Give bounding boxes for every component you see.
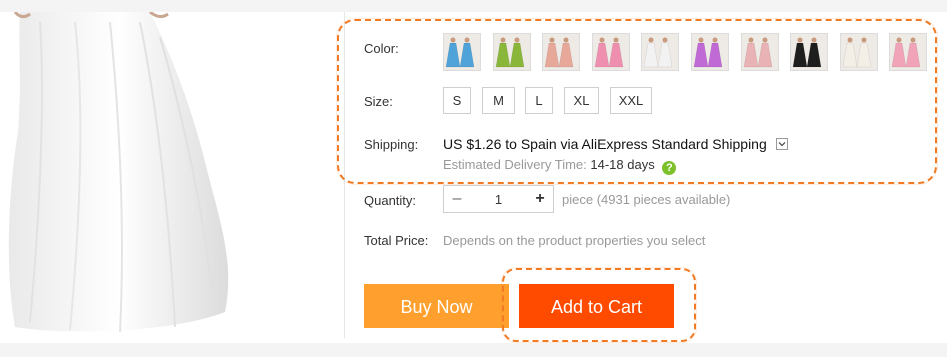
color-swatch-pink[interactable] [592, 33, 630, 71]
dress-thumbnail-icon [692, 34, 728, 70]
top-strip [0, 0, 947, 12]
total-price-label: Total Price: [364, 233, 429, 248]
color-swatch-blush[interactable] [741, 33, 779, 71]
dress-thumbnail-icon [444, 34, 480, 70]
product-image [0, 12, 250, 343]
shipping-label: Shipping: [364, 137, 419, 152]
color-swatch-green[interactable] [493, 33, 531, 71]
dress-thumbnail-icon [593, 34, 629, 70]
dress-thumbnail-icon [890, 34, 926, 70]
buy-now-button[interactable]: Buy Now [364, 284, 509, 328]
quantity-stepper: – + [443, 185, 554, 213]
help-icon[interactable]: ? [662, 161, 677, 175]
column-divider [344, 12, 345, 338]
chevron-down-icon[interactable] [776, 138, 788, 150]
size-option-s[interactable]: S [443, 87, 471, 114]
total-price-note: Depends on the product properties you se… [443, 233, 706, 248]
estimated-delivery: Estimated Delivery Time: 14-18 days ? [443, 157, 677, 175]
dress-thumbnail-icon [494, 34, 530, 70]
dress-thumbnail-icon [791, 34, 827, 70]
eta-label: Estimated Delivery Time: [443, 157, 587, 172]
dress-illustration [8, 12, 229, 333]
color-swatch-light-pink[interactable] [889, 33, 927, 71]
color-label: Color: [364, 41, 399, 56]
quantity-available: piece (4931 pieces available) [562, 192, 731, 207]
dress-thumbnail-icon [543, 34, 579, 70]
dress-thumbnail-icon [642, 34, 678, 70]
color-swatch-sky-blue[interactable] [443, 33, 481, 71]
add-to-cart-button[interactable]: Add to Cart [519, 284, 674, 328]
size-option-xxl[interactable]: XXL [610, 87, 652, 114]
size-option-xl[interactable]: XL [564, 87, 599, 114]
color-swatch-purple[interactable] [691, 33, 729, 71]
product-page: Color: Size: S M L XL XXL Shipping: US $… [0, 0, 947, 357]
color-swatch-peach[interactable] [542, 33, 580, 71]
chevron-down-icon [778, 142, 786, 147]
dress-thumbnail-icon [742, 34, 778, 70]
color-swatch-white[interactable] [641, 33, 679, 71]
eta-days: 14-18 days [590, 157, 655, 172]
quantity-decrease-button[interactable]: – [444, 186, 470, 212]
color-swatch-black[interactable] [790, 33, 828, 71]
quantity-increase-button[interactable]: + [527, 186, 553, 212]
shipping-method-text: US $1.26 to Spain via AliExpress Standar… [443, 136, 767, 152]
size-option-m[interactable]: M [482, 87, 515, 114]
size-label: Size: [364, 94, 393, 109]
quantity-input[interactable] [470, 186, 527, 212]
size-option-l[interactable]: L [525, 87, 553, 114]
bottom-strip [0, 343, 947, 357]
color-swatch-ivory[interactable] [840, 33, 878, 71]
quantity-label: Quantity: [364, 193, 417, 208]
dress-thumbnail-icon [841, 34, 877, 70]
